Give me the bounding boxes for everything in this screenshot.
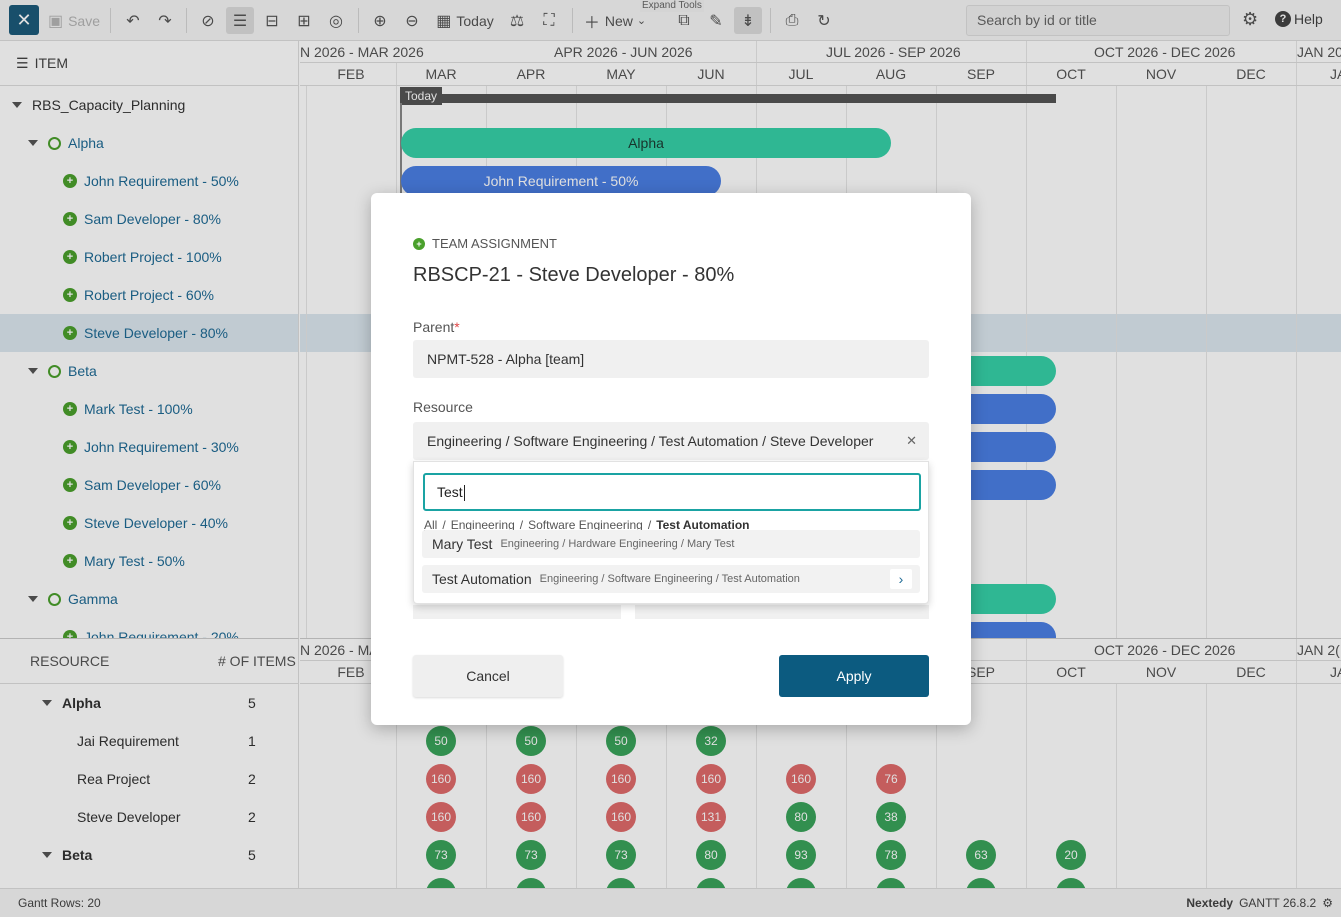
parent-field[interactable]: NPMT-528 - Alpha [team] — [413, 340, 929, 378]
obscured-field — [635, 605, 929, 619]
dropdown-option[interactable]: Test Automation Engineering / Software E… — [422, 565, 920, 593]
cancel-button[interactable]: Cancel — [413, 655, 563, 697]
team-assignment-dialog: + TEAM ASSIGNMENT RBSCP-21 - Steve Devel… — [371, 193, 971, 725]
dialog-type: + TEAM ASSIGNMENT — [413, 236, 557, 251]
text-cursor — [463, 485, 465, 502]
required-marker: * — [454, 319, 460, 335]
dropdown-option[interactable]: Mary Test Engineering / Hardware Enginee… — [422, 530, 920, 558]
resource-search-input[interactable]: Test — [423, 473, 921, 511]
parent-label: Parent* — [413, 319, 460, 335]
resource-select[interactable]: Engineering / Software Engineering / Tes… — [413, 422, 929, 460]
resource-dropdown: Test All / Engineering / Software Engineerin… — [413, 461, 929, 604]
clear-icon[interactable]: ✕ — [906, 422, 917, 460]
assignment-icon: + — [413, 237, 425, 250]
chevron-right-icon[interactable]: › — [890, 569, 912, 589]
dialog-title: RBSCP-21 - Steve Developer - 80% — [413, 264, 735, 286]
resource-label: Resource — [413, 399, 473, 415]
apply-button[interactable]: Apply — [779, 655, 929, 697]
obscured-field — [413, 605, 621, 619]
obscured-fields — [413, 605, 929, 619]
